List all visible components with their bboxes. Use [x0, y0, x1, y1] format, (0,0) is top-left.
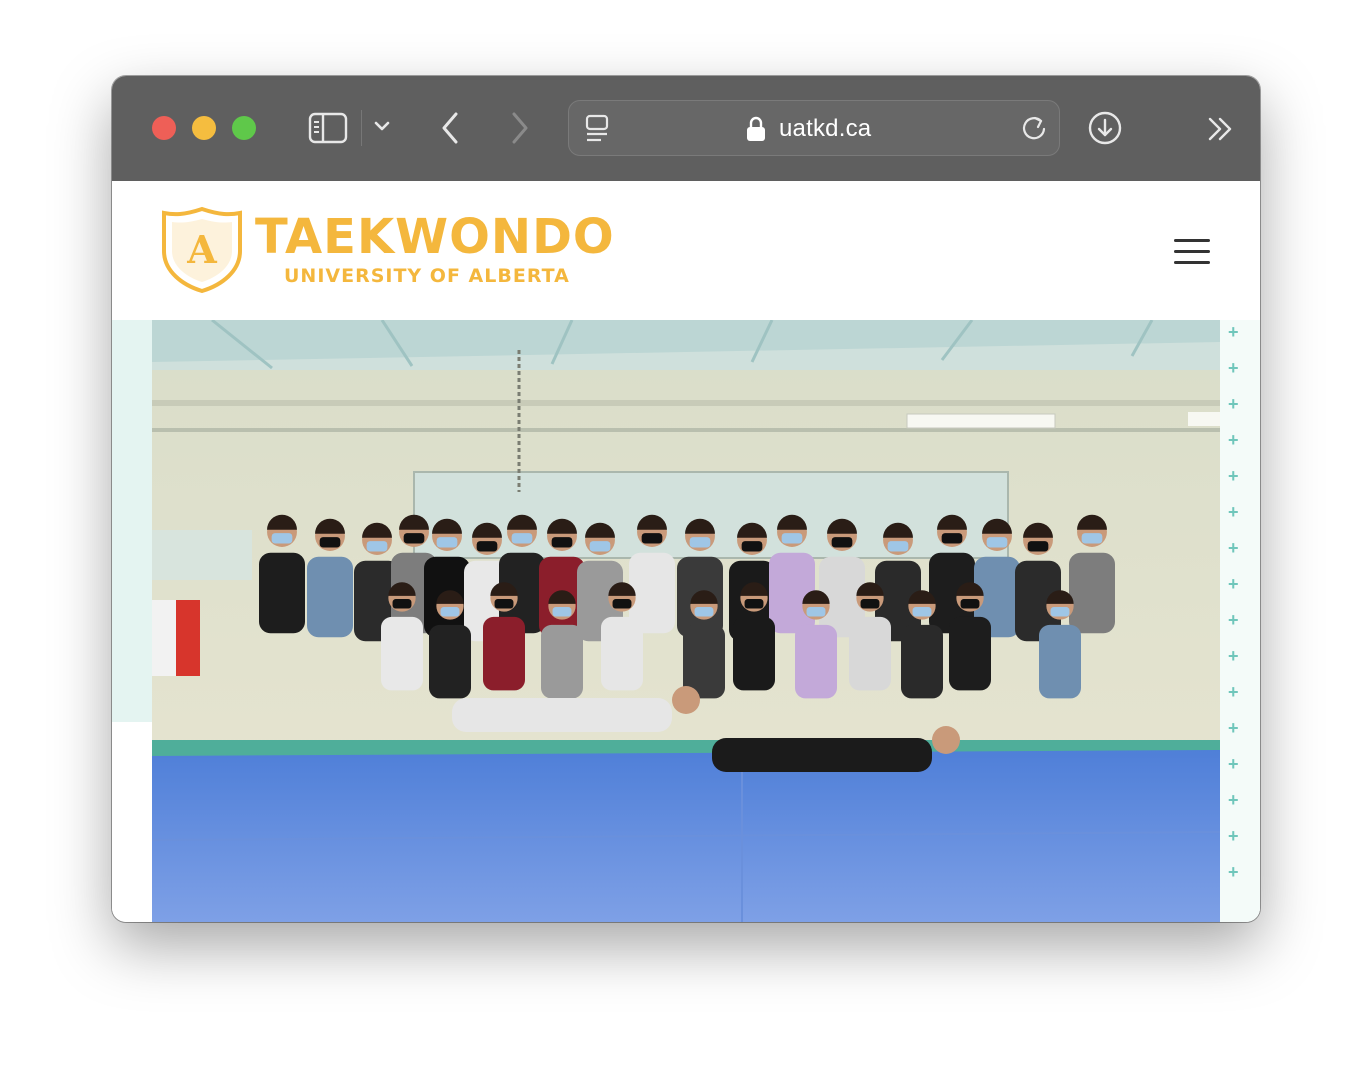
browser-toolbar: uatkd.ca — [112, 76, 1260, 182]
plus-decor-icon: + — [1228, 862, 1239, 882]
zoom-window-button[interactable] — [232, 116, 256, 140]
close-window-button[interactable] — [152, 116, 176, 140]
chevron-left-icon[interactable] — [438, 110, 462, 146]
site-header: A TAEKWONDO UNIVERSITY OF ALBERTA — [112, 181, 1260, 320]
chevron-right-icon[interactable] — [508, 110, 532, 146]
lock-icon — [747, 116, 765, 141]
double-chevron-right-icon[interactable] — [1206, 116, 1236, 142]
right-decor-band — [1220, 320, 1260, 922]
plus-decor-icon: + — [1228, 790, 1239, 810]
plus-decor-icon: + — [1228, 322, 1239, 342]
logo-title[interactable]: TAEKWONDO — [255, 209, 615, 265]
plus-decor-icon: + — [1228, 718, 1239, 738]
download-icon[interactable] — [1087, 110, 1123, 146]
plus-decor-icon: + — [1228, 430, 1239, 450]
hero-photo — [152, 320, 1220, 922]
plus-decor-icon: + — [1228, 574, 1239, 594]
logo-subtitle: UNIVERSITY OF ALBERTA — [284, 265, 570, 287]
page-content: A TAEKWONDO UNIVERSITY OF ALBERTA + + + + + +… — [112, 181, 1260, 922]
plus-decor-icon: + — [1228, 538, 1239, 558]
plus-decor-icon: + — [1228, 754, 1239, 774]
menu-line — [1174, 261, 1210, 264]
menu-line — [1174, 250, 1210, 253]
left-decor-band — [112, 320, 152, 722]
menu-line — [1174, 239, 1210, 242]
reload-icon[interactable] — [1019, 113, 1049, 143]
plus-decor-icon: + — [1228, 466, 1239, 486]
toolbar-divider — [361, 110, 362, 146]
browser-window: uatkd.ca A TAEKWONDO UNIVERSITY OF ALBER… — [112, 76, 1260, 922]
minimize-window-button[interactable] — [192, 116, 216, 140]
chevron-down-icon[interactable] — [373, 120, 391, 134]
address-bar[interactable]: uatkd.ca — [568, 100, 1060, 156]
plus-decor-icon: + — [1228, 610, 1239, 630]
plus-decor-icon: + — [1228, 826, 1239, 846]
url-text: uatkd.ca — [779, 115, 872, 142]
tab-overview-icon[interactable] — [583, 113, 611, 145]
hamburger-menu-icon[interactable] — [1174, 239, 1210, 265]
plus-decor-icon: + — [1228, 646, 1239, 666]
plus-decor-icon: + — [1228, 394, 1239, 414]
sidebar-icon[interactable] — [308, 112, 348, 144]
plus-decor-icon: + — [1228, 358, 1239, 378]
plus-decor-icon: + — [1228, 682, 1239, 702]
logo-emblem-letter: A — [186, 227, 217, 272]
group-photo-illustration — [152, 320, 1220, 922]
plus-decor-icon: + — [1228, 502, 1239, 522]
shield-logo-icon[interactable]: A — [160, 205, 244, 293]
